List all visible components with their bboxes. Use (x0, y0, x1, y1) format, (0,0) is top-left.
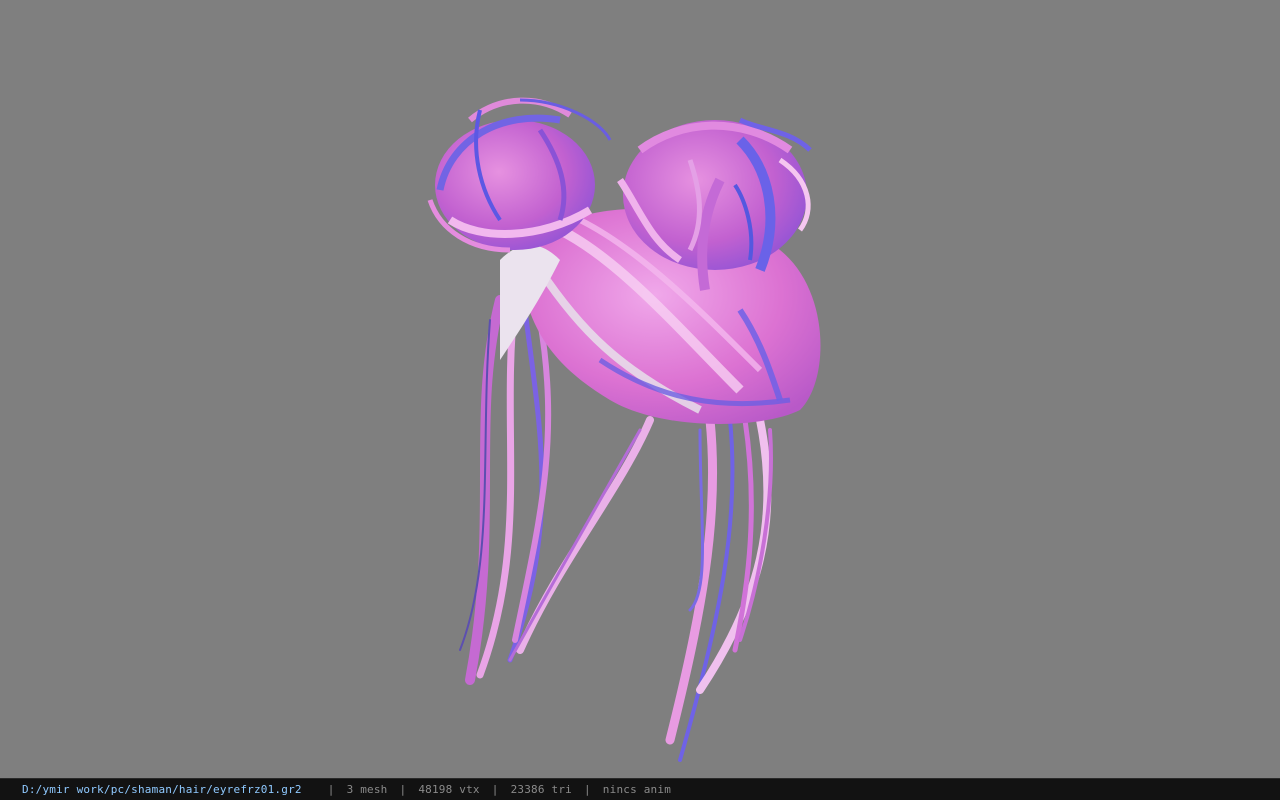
mesh-count-text: 3 mesh (346, 783, 388, 796)
triangle-count-text: 23386 tri (510, 783, 572, 796)
file-path-text: D:/ymir work/pc/shaman/hair/eyrefrz01.gr… (22, 783, 302, 796)
status-separator: | (491, 783, 499, 796)
status-separator: | (399, 783, 407, 796)
3d-viewport[interactable] (0, 0, 1280, 778)
status-bar: D:/ymir work/pc/shaman/hair/eyrefrz01.gr… (0, 778, 1280, 800)
animation-status-text: nincs anim (602, 783, 672, 796)
status-separator: | (327, 783, 335, 796)
vertex-count-text: 48198 vtx (418, 783, 480, 796)
hair-model-render (427, 97, 821, 762)
status-separator: | (583, 783, 591, 796)
